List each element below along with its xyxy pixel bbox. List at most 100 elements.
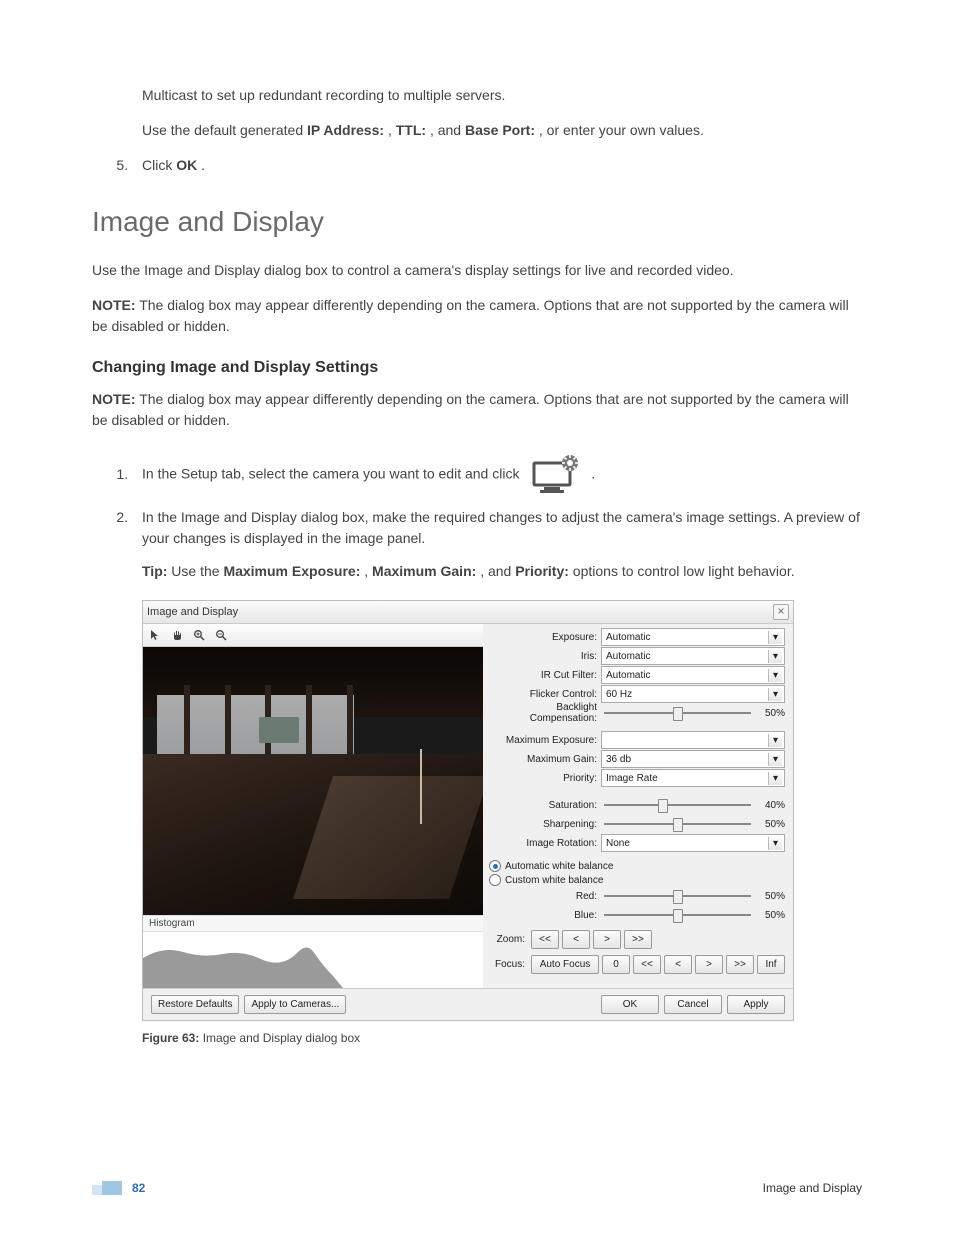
auto-wb-radio[interactable]: Automatic white balance (487, 859, 785, 873)
figure-label: Figure 63: (142, 1031, 199, 1045)
maxgain-label: Maximum Gain: (487, 754, 601, 765)
priority-combo[interactable]: Image Rate▾ (601, 769, 785, 787)
page-footer: 82 Image and Display (92, 1181, 862, 1195)
flicker-combo[interactable]: 60 Hz ▾ (601, 685, 785, 703)
histogram-panel (143, 932, 483, 988)
step-2: In the Image and Display dialog box, mak… (132, 507, 862, 582)
red-value: 50% (757, 891, 785, 902)
apply-button[interactable]: Apply (727, 995, 785, 1014)
radio-selected-icon (489, 860, 501, 872)
hand-tool-icon[interactable] (169, 627, 185, 643)
ok-label: OK (176, 157, 197, 173)
zoom-out-button[interactable]: < (562, 930, 590, 949)
image-and-display-dialog: Image and Display × (142, 600, 794, 1021)
tip-label: Tip: (142, 563, 167, 579)
text: Use the (171, 563, 223, 579)
text: , (364, 563, 372, 579)
changing-steps: In the Setup tab, select the camera you … (92, 453, 862, 582)
saturation-value: 40% (757, 800, 785, 811)
rotation-label: Image Rotation: (487, 838, 601, 849)
text: Use the default generated (142, 122, 307, 138)
apply-to-cameras-button[interactable]: Apply to Cameras... (244, 995, 346, 1014)
histogram-label: Histogram (143, 915, 483, 932)
auto-focus-button[interactable]: Auto Focus (531, 955, 599, 974)
ok-button[interactable]: OK (601, 995, 659, 1014)
display-settings-icon (526, 453, 584, 497)
combo-value: 60 Hz (606, 689, 632, 700)
ir-cut-filter-label: IR Cut Filter: (487, 670, 601, 681)
restore-defaults-button[interactable]: Restore Defaults (151, 995, 239, 1014)
text: , and (480, 563, 515, 579)
zoom-out-icon[interactable] (213, 627, 229, 643)
step-1: In the Setup tab, select the camera you … (132, 453, 862, 497)
text: , and (430, 122, 465, 138)
red-slider[interactable] (604, 895, 751, 897)
backlight-slider[interactable] (604, 712, 751, 714)
combo-value: Automatic (606, 651, 650, 662)
maxexp-combo[interactable]: ▾ (601, 731, 785, 749)
zoom-in-button[interactable]: > (593, 930, 621, 949)
red-label: Red: (487, 891, 601, 902)
text: . (591, 466, 595, 482)
chevron-down-icon: ▾ (768, 753, 782, 766)
chevron-down-icon: ▾ (768, 837, 782, 850)
ir-combo[interactable]: Automatic▾ (601, 666, 785, 684)
text: , or enter your own values. (539, 122, 704, 138)
exposure-combo[interactable]: Automatic▾ (601, 628, 785, 646)
section-intro: Use the Image and Display dialog box to … (92, 260, 862, 281)
sharpening-slider[interactable] (604, 823, 751, 825)
text: In the Image and Display dialog box, mak… (142, 509, 860, 546)
exposure-label: Exposure: (487, 632, 601, 643)
custom-wb-radio[interactable]: Custom white balance (487, 873, 785, 887)
preview-toolbar (143, 624, 483, 647)
zoom-in-fast-button[interactable]: >> (624, 930, 652, 949)
radio-unselected-icon (489, 874, 501, 886)
priority-label: Priority: (515, 563, 569, 579)
iris-combo[interactable]: Automatic ▾ (601, 647, 785, 665)
iris-label: Iris: (487, 651, 601, 662)
focus-fwd-button[interactable]: > (695, 955, 723, 974)
chevron-down-icon: ▾ (768, 688, 782, 701)
text: options to control low light behavior. (573, 563, 795, 579)
pointer-tool-icon[interactable] (147, 627, 163, 643)
maxexp-label: Maximum Exposure: (487, 735, 601, 746)
close-button[interactable]: × (773, 604, 789, 620)
combo-value: 36 db (606, 754, 631, 765)
note-label: NOTE: (92, 297, 136, 313)
tip-para: Tip: Use the Maximum Exposure: , Maximum… (142, 561, 862, 582)
dialog-title: Image and Display (147, 606, 238, 618)
blue-slider[interactable] (604, 914, 751, 916)
multicast-para: Multicast to set up redundant recording … (142, 85, 862, 106)
step-5: Click OK . (132, 155, 862, 176)
text: . (201, 157, 205, 173)
blue-label: Blue: (487, 910, 601, 921)
focus-back-fast-button[interactable]: << (633, 955, 661, 974)
footer-logo-icon (92, 1181, 122, 1195)
figure-caption: Figure 63: Image and Display dialog box (142, 1031, 862, 1045)
page-number: 82 (132, 1181, 145, 1195)
chevron-down-icon: ▾ (768, 772, 782, 785)
chevron-down-icon: ▾ (768, 650, 782, 663)
zoom-in-icon[interactable] (191, 627, 207, 643)
focus-back-button[interactable]: < (664, 955, 692, 974)
focus-inf-button[interactable]: Inf (757, 955, 785, 974)
backlight-label: Backlight Compensation: (487, 702, 601, 724)
max-exposure-label: Maximum Exposure: (223, 563, 360, 579)
awb-label: Automatic white balance (505, 861, 613, 872)
maxgain-combo[interactable]: 36 db ▾ (601, 750, 785, 768)
flicker-label: Flicker Control: (487, 689, 601, 700)
focus-fwd-fast-button[interactable]: >> (726, 955, 754, 974)
max-gain-label: Maximum Gain: (372, 563, 476, 579)
note-2: NOTE: The dialog box may appear differen… (92, 389, 862, 431)
cancel-button[interactable]: Cancel (664, 995, 722, 1014)
text: Click (142, 157, 176, 173)
focus-zero-button[interactable]: 0 (602, 955, 630, 974)
section-title: Image and Display (92, 206, 862, 238)
ip-address-label: IP Address: (307, 122, 384, 138)
saturation-slider[interactable] (604, 804, 751, 806)
blue-value: 50% (757, 910, 785, 921)
figure-text: Image and Display dialog box (203, 1031, 360, 1045)
rotation-combo[interactable]: None▾ (601, 834, 785, 852)
default-values-para: Use the default generated IP Address: , … (142, 120, 862, 141)
sharpening-value: 50% (757, 819, 785, 830)
